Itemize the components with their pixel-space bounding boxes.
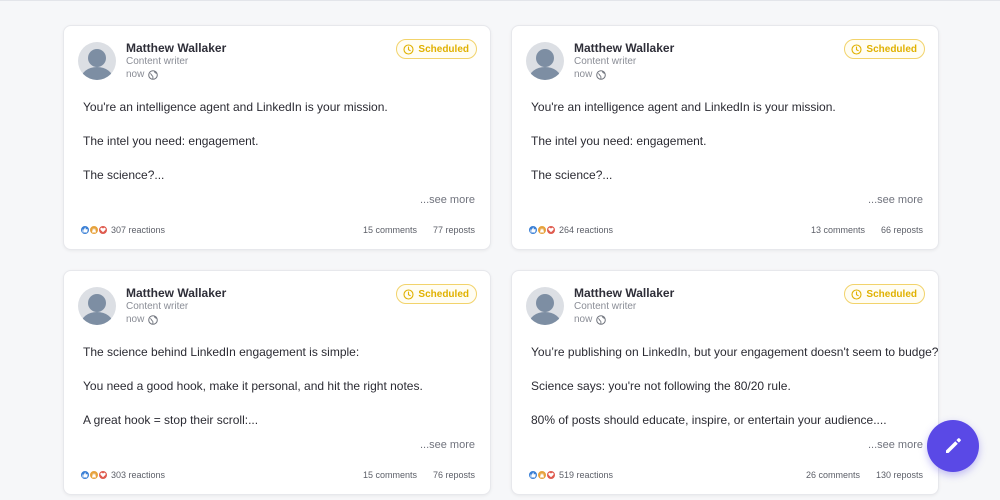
status-label: Scheduled <box>418 288 469 300</box>
reactions-count[interactable]: 303 reactions <box>111 470 165 480</box>
top-divider <box>0 0 1000 1</box>
see-more-link[interactable]: ...see more <box>868 439 923 451</box>
post-line: You're an intelligence agent and LinkedI… <box>531 100 836 114</box>
post-line: The science?... <box>531 168 613 182</box>
author-role: Content writer <box>574 301 637 312</box>
reposts-count[interactable]: 76 reposts <box>433 470 475 480</box>
post-line: You’re publishing on LinkedIn, but your … <box>531 345 939 359</box>
status-label: Scheduled <box>866 288 917 300</box>
post-line: The intel you need: engagement. <box>83 134 259 148</box>
post-line: The intel you need: engagement. <box>531 134 707 148</box>
heart-icon <box>546 470 556 480</box>
post-line: The science?... <box>83 168 165 182</box>
reaction-icons[interactable] <box>80 225 108 235</box>
post-text: You're an intelligence agent and LinkedI… <box>531 100 921 202</box>
author-role: Content writer <box>574 56 637 67</box>
post-card[interactable]: Matthew Wallaker Content writer now Sche… <box>63 25 491 250</box>
time-label: now <box>126 314 145 325</box>
heart-icon <box>546 225 556 235</box>
reaction-icons[interactable] <box>528 470 556 480</box>
post-card[interactable]: Matthew Wallaker Content writer now Sche… <box>63 270 491 495</box>
see-more-link[interactable]: ...see more <box>868 194 923 206</box>
comments-count[interactable]: 13 comments <box>811 225 865 235</box>
author-role: Content writer <box>126 56 189 67</box>
author-role: Content writer <box>126 301 189 312</box>
clock-icon <box>403 288 414 300</box>
reactions-count[interactable]: 264 reactions <box>559 225 613 235</box>
avatar[interactable] <box>78 287 116 325</box>
post-card[interactable]: Matthew Wallaker Content writer now Sche… <box>511 270 939 495</box>
post-line: Science says: you're not following the 8… <box>531 379 791 393</box>
post-time: now <box>574 314 607 325</box>
author-name[interactable]: Matthew Wallaker <box>574 286 674 300</box>
author-name[interactable]: Matthew Wallaker <box>574 41 674 55</box>
post-line: The science behind LinkedIn engagement i… <box>83 345 360 359</box>
globe-icon <box>148 69 159 80</box>
clock-icon <box>851 288 862 300</box>
post-stats: 519 reactions 26 comments 130 reposts <box>528 468 923 482</box>
post-time: now <box>574 69 607 80</box>
post-stats: 303 reactions 15 comments 76 reposts <box>80 468 475 482</box>
comments-count[interactable]: 15 comments <box>363 225 417 235</box>
status-badge: Scheduled <box>844 284 925 304</box>
reposts-count[interactable]: 130 reposts <box>876 470 923 480</box>
compose-button[interactable] <box>927 420 979 472</box>
post-text: The science behind LinkedIn engagement i… <box>83 345 473 447</box>
author-name[interactable]: Matthew Wallaker <box>126 286 226 300</box>
post-time: now <box>126 69 159 80</box>
comments-count[interactable]: 26 comments <box>806 470 860 480</box>
post-line: A great hook = stop their scroll:... <box>83 413 259 427</box>
see-more-link[interactable]: ...see more <box>420 439 475 451</box>
pencil-icon <box>946 438 961 453</box>
globe-icon <box>148 314 159 325</box>
reposts-count[interactable]: 66 reposts <box>881 225 923 235</box>
status-badge: Scheduled <box>844 39 925 59</box>
avatar[interactable] <box>526 287 564 325</box>
heart-icon <box>98 225 108 235</box>
reactions-count[interactable]: 519 reactions <box>559 470 613 480</box>
time-label: now <box>574 314 593 325</box>
globe-icon <box>596 69 607 80</box>
avatar[interactable] <box>526 42 564 80</box>
author-name[interactable]: Matthew Wallaker <box>126 41 226 55</box>
post-line: 80% of posts should educate, inspire, or… <box>531 413 887 427</box>
post-line: You need a good hook, make it personal, … <box>83 379 423 393</box>
avatar[interactable] <box>78 42 116 80</box>
reaction-icons[interactable] <box>528 225 556 235</box>
time-label: now <box>126 69 145 80</box>
post-card[interactable]: Matthew Wallaker Content writer now Sche… <box>511 25 939 250</box>
status-badge: Scheduled <box>396 39 477 59</box>
status-label: Scheduled <box>866 43 917 55</box>
heart-icon <box>98 470 108 480</box>
globe-icon <box>596 314 607 325</box>
time-label: now <box>574 69 593 80</box>
post-text: You’re publishing on LinkedIn, but your … <box>531 345 939 447</box>
see-more-link[interactable]: ...see more <box>420 194 475 206</box>
post-stats: 307 reactions 15 comments 77 reposts <box>80 223 475 237</box>
status-badge: Scheduled <box>396 284 477 304</box>
status-label: Scheduled <box>418 43 469 55</box>
clock-icon <box>851 43 862 55</box>
post-text: You're an intelligence agent and LinkedI… <box>83 100 473 202</box>
clock-icon <box>403 43 414 55</box>
post-time: now <box>126 314 159 325</box>
reaction-icons[interactable] <box>80 470 108 480</box>
comments-count[interactable]: 15 comments <box>363 470 417 480</box>
post-line: You're an intelligence agent and LinkedI… <box>83 100 388 114</box>
post-stats: 264 reactions 13 comments 66 reposts <box>528 223 923 237</box>
reactions-count[interactable]: 307 reactions <box>111 225 165 235</box>
reposts-count[interactable]: 77 reposts <box>433 225 475 235</box>
